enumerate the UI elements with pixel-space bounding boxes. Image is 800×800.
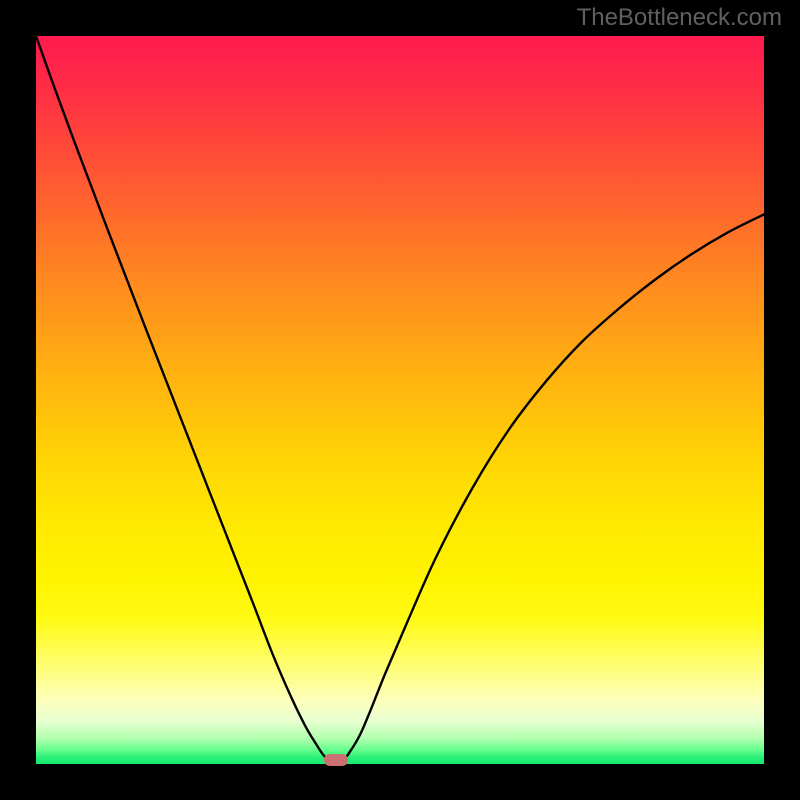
bottleneck-curve <box>36 36 764 764</box>
watermark-text: TheBottleneck.com <box>577 4 782 32</box>
plot-area <box>36 36 764 764</box>
chart-wrapper: TheBottleneck.com <box>0 0 800 800</box>
minimum-marker <box>324 754 348 766</box>
